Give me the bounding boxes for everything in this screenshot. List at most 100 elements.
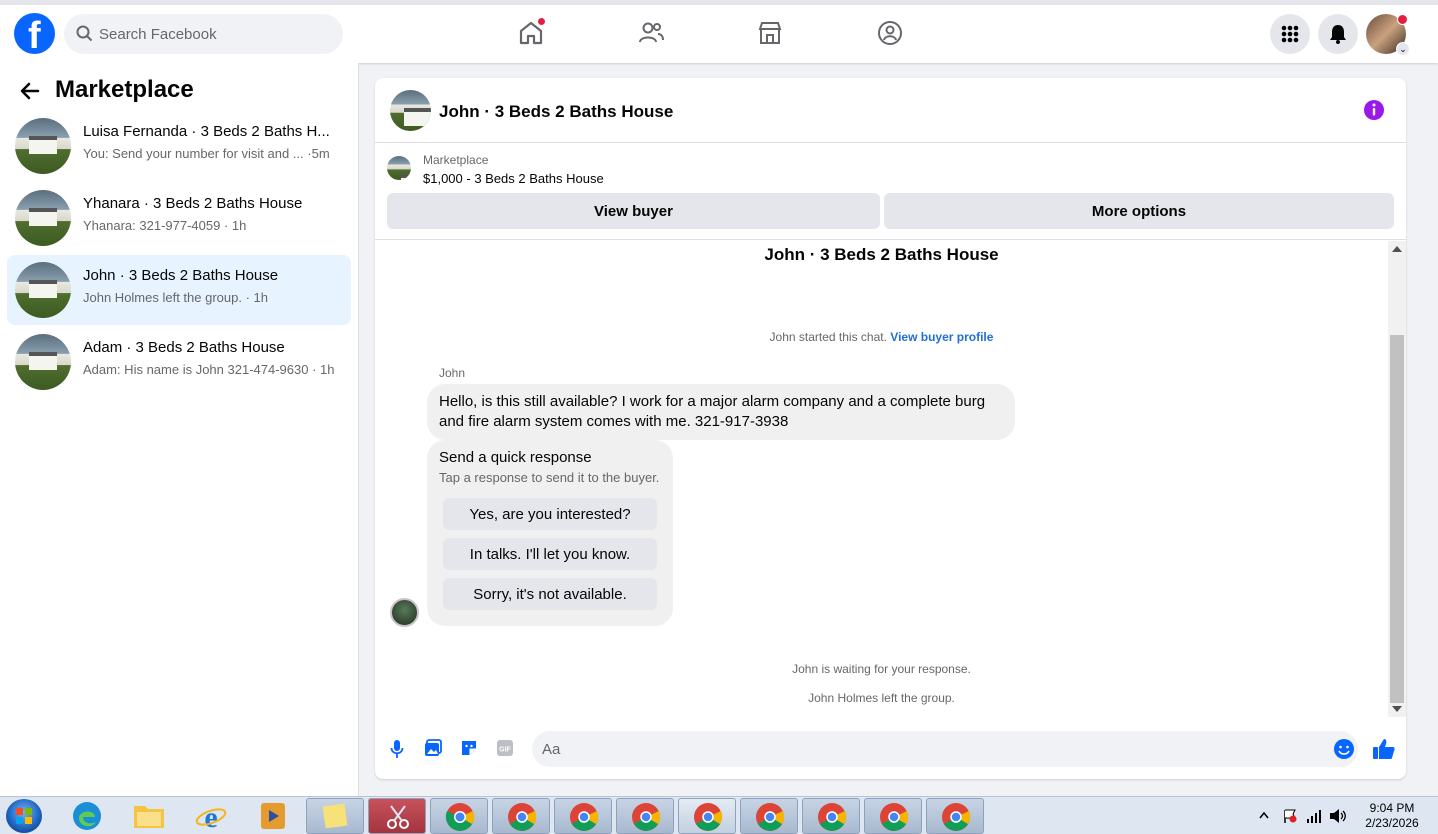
home-notification-dot: [537, 17, 546, 26]
chrome-icon: [508, 803, 537, 831]
taskbar-internet-explorer[interactable]: e: [182, 798, 240, 834]
media-player-icon: [261, 803, 285, 829]
message-input[interactable]: [532, 731, 1358, 767]
action-center-flag-icon[interactable]: [1282, 808, 1298, 824]
taskbar-chrome-9[interactable]: [926, 798, 984, 834]
microphone-icon[interactable]: [390, 739, 404, 759]
more-options-button[interactable]: More options: [884, 193, 1394, 229]
marketplace-label: Marketplace: [423, 153, 489, 167]
left-group-notice: John Holmes left the group.: [808, 691, 955, 705]
scroll-up-arrow[interactable]: [1392, 246, 1402, 252]
taskbar-chrome-4[interactable]: [616, 798, 674, 834]
taskbar-chrome-2[interactable]: [492, 798, 550, 834]
listing-thumbnail: [15, 262, 71, 318]
message-composer: GIF: [375, 729, 1406, 769]
taskbar-chrome-8[interactable]: [864, 798, 922, 834]
quick-reply-yes[interactable]: Yes, are you interested?: [443, 498, 657, 530]
grid-menu-icon: [1281, 25, 1299, 43]
chat-header-thumbnail[interactable]: [390, 90, 431, 131]
taskbar-file-explorer[interactable]: [120, 798, 178, 834]
taskbar-edge[interactable]: [58, 798, 116, 834]
svg-text:GIF: GIF: [499, 747, 511, 754]
scroll-down-arrow[interactable]: [1392, 706, 1402, 712]
chat-header-title[interactable]: John · 3 Beds 2 Baths House: [439, 102, 673, 122]
listing-thumbnail: [387, 156, 411, 180]
chat-scrollbar[interactable]: [1388, 241, 1406, 717]
thumbs-up-icon[interactable]: [1372, 737, 1396, 761]
taskbar-chrome-6[interactable]: [740, 798, 798, 834]
chrome-icon: [880, 803, 909, 831]
quick-response-card: Send a quick response Tap a response to …: [427, 440, 673, 626]
clock-date: 2/23/2026: [1365, 816, 1419, 830]
profile-avatar[interactable]: ⌄: [1366, 14, 1410, 56]
chrome-icon: [942, 803, 971, 831]
listing-thumbnail: [15, 334, 71, 390]
system-clock[interactable]: 9:04 PM 2/23/2026: [1358, 801, 1426, 831]
windows-logo-icon: [16, 808, 32, 824]
conversation-preview: John Holmes left the group. · 1h: [83, 290, 268, 305]
search-input[interactable]: [99, 14, 329, 54]
quick-response-title: Send a quick response: [439, 449, 592, 466]
sidebar-title: Marketplace: [55, 76, 194, 103]
conversation-name: Yhanara · 3 Beds 2 Baths House: [83, 195, 303, 212]
notifications-button[interactable]: [1318, 14, 1358, 54]
chrome-icon: [632, 803, 661, 831]
show-hidden-icons-chevron-icon[interactable]: [1259, 811, 1269, 819]
conversation-name: Luisa Fernanda · 3 Beds 2 Baths H...: [83, 123, 330, 140]
scissors-icon: [387, 805, 409, 829]
buyer-avatar[interactable]: [390, 598, 419, 627]
taskbar-chrome-3[interactable]: [554, 798, 612, 834]
photo-icon[interactable]: [424, 739, 442, 757]
view-buyer-profile-link[interactable]: View buyer profile: [890, 330, 993, 344]
conversation-item[interactable]: Yhanara · 3 Beds 2 Baths House Yhanara: …: [7, 183, 351, 253]
edge-icon: [73, 802, 101, 830]
sticky-notes-icon: [322, 803, 348, 829]
chrome-icon: [445, 803, 475, 831]
volume-icon[interactable]: [1329, 808, 1347, 824]
chevron-down-icon[interactable]: ⌄: [1396, 42, 1410, 56]
search-box[interactable]: [64, 14, 343, 54]
taskbar-media-player[interactable]: [244, 798, 302, 834]
marketplace-icon[interactable]: [756, 19, 784, 47]
taskbar-chrome-1[interactable]: [430, 798, 488, 834]
chat-header: John · 3 Beds 2 Baths House: [375, 78, 1406, 143]
menu-button[interactable]: [1270, 14, 1310, 54]
conversation-preview: You: Send your number for visit and ... …: [83, 146, 330, 161]
chat-panel: John · 3 Beds 2 Baths House Marketplace …: [375, 78, 1406, 779]
listing-thumbnail: [15, 118, 71, 174]
thread-title: John · 3 Beds 2 Baths House: [764, 245, 999, 264]
chrome-icon: [570, 803, 599, 831]
quick-reply-in-talks[interactable]: In talks. I'll let you know.: [443, 538, 657, 570]
friends-icon[interactable]: [637, 19, 665, 47]
listing-price-title[interactable]: $1,000 - 3 Beds 2 Baths House: [423, 171, 604, 186]
quick-reply-sorry[interactable]: Sorry, it's not available.: [443, 578, 657, 610]
chrome-icon: [818, 803, 847, 831]
sticker-icon[interactable]: [460, 739, 478, 757]
marketplace-sidebar: Marketplace Luisa Fernanda · 3 Beds 2 Ba…: [0, 63, 359, 796]
conversation-item[interactable]: Adam · 3 Beds 2 Baths House Adam: His na…: [7, 327, 351, 397]
conversation-item[interactable]: Luisa Fernanda · 3 Beds 2 Baths H... You…: [7, 111, 351, 181]
chat-started-notice: John started this chat. View buyer profi…: [769, 330, 994, 344]
message-thread: John · 3 Beds 2 Baths House John started…: [375, 241, 1406, 717]
taskbar-chrome-7[interactable]: [802, 798, 860, 834]
back-arrow-icon[interactable]: [18, 79, 42, 103]
conversation-item-active[interactable]: John · 3 Beds 2 Baths House John Holmes …: [7, 255, 351, 325]
network-signal-icon[interactable]: [1306, 808, 1322, 824]
scroll-thumb[interactable]: [1390, 335, 1404, 703]
facebook-logo[interactable]: f: [14, 13, 55, 57]
start-button[interactable]: [6, 799, 42, 833]
home-icon[interactable]: [517, 17, 546, 47]
groups-icon[interactable]: [876, 19, 904, 47]
gif-icon[interactable]: GIF: [496, 739, 514, 757]
view-buyer-button[interactable]: View buyer: [387, 193, 880, 229]
taskbar-sticky-notes[interactable]: [306, 798, 364, 834]
info-icon[interactable]: [1363, 99, 1385, 121]
emoji-icon[interactable]: [1333, 738, 1355, 760]
listing-bar: Marketplace $1,000 - 3 Beds 2 Baths Hous…: [375, 144, 1406, 240]
conversation-name: Adam · 3 Beds 2 Baths House: [83, 339, 285, 356]
taskbar-chrome-active[interactable]: [678, 798, 736, 834]
taskbar-snipping-tool[interactable]: [368, 798, 426, 834]
svg-text:e: e: [204, 801, 217, 832]
waiting-notice: John is waiting for your response.: [792, 662, 971, 676]
profile-notification-dot: [1397, 14, 1408, 25]
